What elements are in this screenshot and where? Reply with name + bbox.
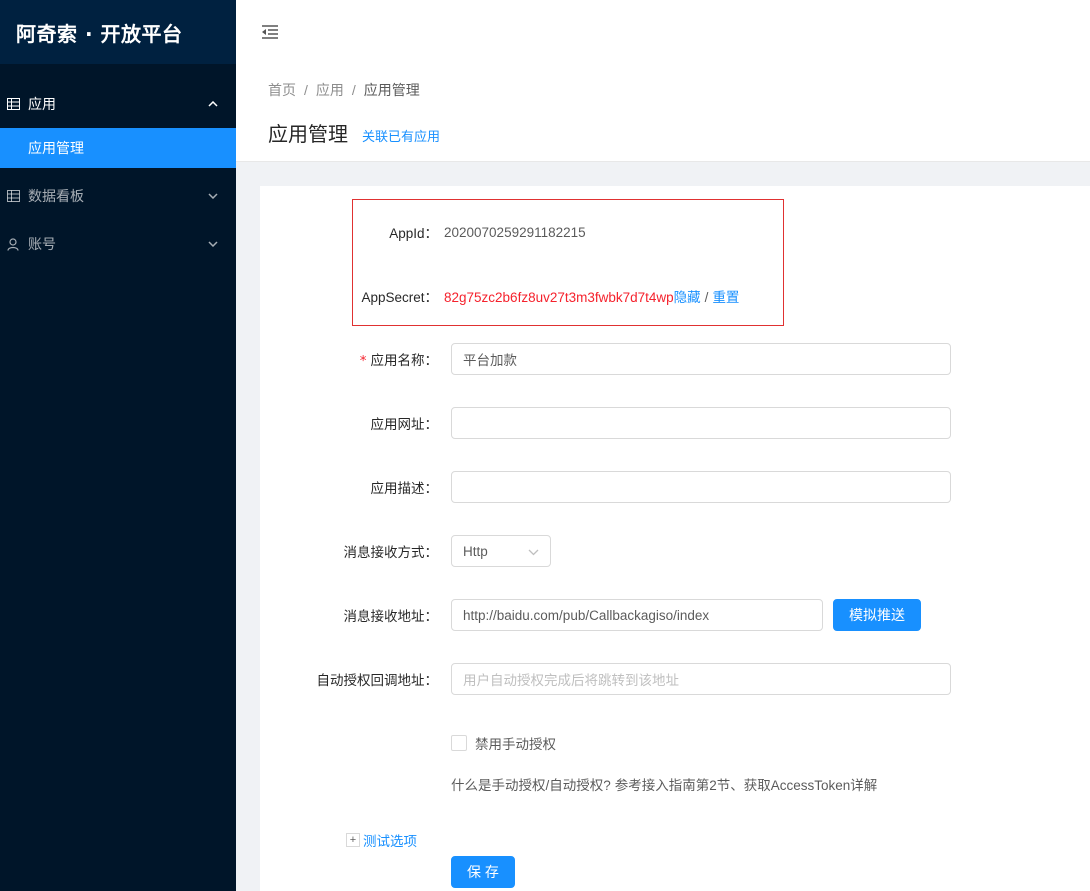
reset-secret-link[interactable]: 重置 [712, 290, 739, 305]
sidebar: 阿奇索 · 开放平台 应用 应用管理 数据看板 账号 [0, 0, 236, 891]
app-url-label: 应用网址： [370, 417, 439, 432]
app-desc-label: 应用描述： [370, 481, 439, 496]
test-options-toggle[interactable]: + 测试选项 [346, 830, 417, 850]
user-icon [6, 237, 20, 251]
save-button[interactable]: 保 存 [451, 856, 515, 888]
appsecret-label: AppSecret： [361, 290, 438, 305]
auth-callback-label: 自动授权回调地址： [316, 673, 439, 688]
appid-label: AppId： [389, 226, 438, 241]
page-title-row: 应用管理 关联已有应用 [268, 118, 1058, 147]
app-name-input[interactable]: 平台加款 [451, 343, 951, 375]
msg-method-row: 消息接收方式： Http [260, 535, 1090, 567]
app-desc-row: 应用描述： [260, 471, 1090, 503]
breadcrumb: 首页 / 应用 / 应用管理 [268, 80, 1058, 100]
hide-secret-link[interactable]: 隐藏 [674, 290, 701, 305]
chevron-down-icon [208, 191, 218, 201]
page-header: 首页 / 应用 / 应用管理 应用管理 关联已有应用 [236, 64, 1090, 162]
table-icon [6, 189, 20, 203]
sidebar-subitem-app-management[interactable]: 应用管理 [0, 128, 236, 168]
breadcrumb-separator: / [304, 82, 308, 98]
top-header [236, 0, 1090, 64]
disable-manual-row: 禁用手动授权 [451, 733, 556, 753]
disable-manual-label[interactable]: 禁用手动授权 [475, 733, 556, 753]
page-title: 应用管理 [268, 122, 348, 146]
disable-manual-checkbox[interactable] [451, 735, 467, 751]
link-existing-app-link[interactable]: 关联已有应用 [362, 126, 440, 145]
msg-method-label: 消息接收方式： [343, 545, 439, 560]
msg-url-label: 消息接收地址： [343, 609, 439, 624]
app-desc-input[interactable] [451, 471, 951, 503]
logo: 阿奇索 · 开放平台 [0, 0, 236, 64]
app-title: 阿奇索 · 开放平台 [16, 21, 183, 46]
sidebar-menu: 应用 应用管理 数据看板 账号 [0, 64, 236, 268]
chevron-down-icon [528, 544, 539, 559]
breadcrumb-apps[interactable]: 应用 [316, 80, 344, 100]
msg-url-input[interactable]: http://baidu.com/pub/Callbackagiso/index [451, 599, 823, 631]
appsecret-value: 82g75zc2b6fz8uv27t3m3fwbk7d7t4wp [444, 290, 674, 305]
sidebar-item-label: 账号 [28, 236, 56, 252]
msg-method-select[interactable]: Http [451, 535, 551, 567]
appid-row: AppId： 2020070259291182215 [260, 222, 1090, 242]
app-form-card: AppId： 2020070259291182215 AppSecret： 82… [260, 186, 1090, 891]
sidebar-item-label: 应用 [28, 96, 56, 112]
msg-method-value: Http [463, 543, 488, 559]
sidebar-subitem-label: 应用管理 [28, 140, 84, 156]
msg-url-row: 消息接收地址： http://baidu.com/pub/Callbackagi… [260, 599, 1090, 631]
menu-fold-icon[interactable] [260, 22, 280, 42]
app-name-row: * 应用名称： 平台加款 [260, 343, 1090, 375]
sidebar-item-dashboard[interactable]: 数据看板 [0, 172, 236, 220]
auth-callback-input[interactable]: 用户自动授权完成后将跳转到该地址 [451, 663, 951, 695]
breadcrumb-separator: / [351, 82, 356, 98]
guide-link[interactable]: 参考接入指南第2节、获取AccessToken详解 [615, 774, 878, 794]
auth-callback-row: 自动授权回调地址： 用户自动授权完成后将跳转到该地址 [260, 663, 1090, 695]
breadcrumb-current: 应用管理 [363, 82, 420, 98]
test-options-label: 测试选项 [363, 834, 417, 849]
app-url-row: 应用网址： [260, 407, 1090, 439]
auth-help-row: 什么是手动授权/自动授权? 参考接入指南第2节、获取AccessToken详解 [451, 774, 877, 794]
sidebar-item-apps[interactable]: 应用 [0, 80, 236, 128]
secret-separator: / [704, 290, 709, 305]
credentials-highlight-box [352, 199, 784, 326]
appid-value: 2020070259291182215 [444, 224, 586, 240]
app-name-label: * 应用名称： [359, 353, 438, 369]
appsecret-row: AppSecret： 82g75zc2b6fz8uv27t3m3fwbk7d7t… [260, 286, 1090, 306]
app-url-input[interactable] [451, 407, 951, 439]
plus-icon: + [346, 833, 360, 847]
sidebar-item-account[interactable]: 账号 [0, 220, 236, 268]
auth-help-text: 什么是手动授权/自动授权? [451, 778, 611, 793]
sidebar-item-label: 数据看板 [28, 188, 84, 204]
chevron-down-icon [208, 239, 218, 249]
required-mark: * [359, 353, 367, 369]
chevron-up-icon [208, 99, 218, 109]
simulate-push-button[interactable]: 模拟推送 [833, 599, 921, 631]
breadcrumb-home[interactable]: 首页 [268, 80, 296, 100]
appsecret-value-group: 82g75zc2b6fz8uv27t3m3fwbk7d7t4wp隐藏 / 重置 [444, 286, 739, 306]
table-icon [6, 97, 20, 111]
